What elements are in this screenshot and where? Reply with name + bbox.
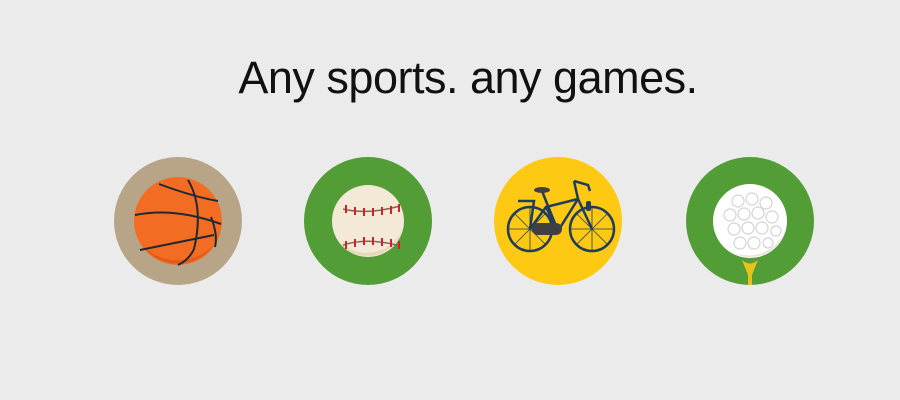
sport-cycling[interactable] — [494, 157, 622, 285]
sport-baseball[interactable] — [304, 157, 432, 285]
baseball-icon — [304, 157, 432, 285]
golf-ball-icon — [686, 157, 814, 285]
headline: Any sports. any games. — [238, 52, 698, 103]
bicycle-icon — [494, 157, 622, 285]
basketball-icon — [114, 157, 242, 285]
sport-basketball[interactable] — [114, 157, 242, 285]
sport-golf[interactable] — [686, 157, 814, 285]
